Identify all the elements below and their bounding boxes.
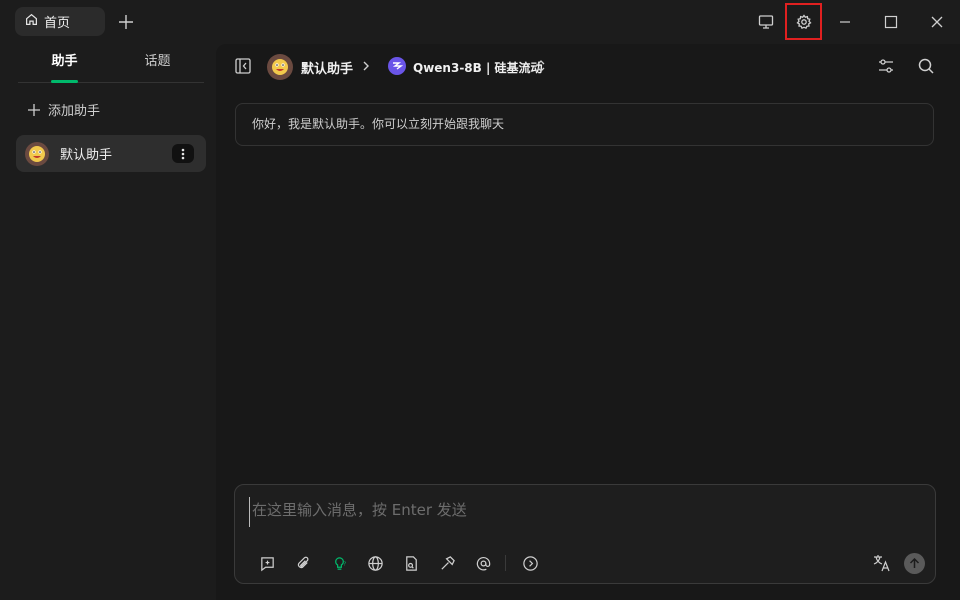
mini-window-button[interactable] [749,6,783,38]
attachment-button[interactable] [285,552,321,574]
minimize-button[interactable] [828,6,862,38]
sidebar: 助手 话题 添加助手 默认助手 [0,44,216,600]
tab-assistants[interactable]: 助手 [18,44,111,83]
plus-icon [119,15,133,29]
chevron-right-icon [363,61,369,71]
close-button[interactable] [920,6,954,38]
svg-text:?: ? [343,561,346,567]
chat-header: 默认助手 Qwen3-8B | 硅基流动 [216,44,960,89]
globe-icon [367,555,383,571]
mention-button[interactable] [465,552,501,574]
knowledge-icon [405,555,417,571]
smiley-avatar-icon [29,145,45,162]
mention-icon [476,556,490,570]
message-input[interactable] [249,497,919,527]
model-provider-logo-icon [388,57,406,75]
web-search-button[interactable] [357,552,393,574]
model-selector[interactable]: Qwen3-8B | 硅基流动 [413,59,543,76]
monitor-icon [758,15,774,29]
gear-icon [795,13,812,29]
sidebar-tabs: 助手 话题 [18,44,204,83]
chat-panel: 默认助手 Qwen3-8B | 硅基流动 你好，我是默认助手。你可以立刻开始跟我… [216,44,960,600]
minimize-icon [840,21,850,23]
maximize-icon [884,15,898,29]
sidebar-toggle-icon[interactable] [234,57,252,75]
new-tab-button[interactable] [114,10,138,34]
tab-topics[interactable]: 话题 [111,44,204,82]
think-button[interactable]: ? [321,552,357,574]
knowledge-base-button[interactable] [393,552,429,574]
bulb-icon: ? [334,556,346,570]
assistant-item-default[interactable]: 默认助手 [16,135,206,172]
more-vertical-icon [181,148,185,159]
smiley-avatar-icon [272,59,288,75]
title-bar: 首页 [0,0,960,44]
avatar [25,141,49,166]
send-button[interactable] [904,553,925,574]
close-icon [931,16,943,28]
tab-home[interactable]: 首页 [15,7,105,36]
greeting-message: 你好，我是默认助手。你可以立刻开始跟我聊天 [235,103,934,146]
settings-sliders-icon[interactable] [877,57,895,75]
tools-button[interactable] [429,552,465,574]
search-icon[interactable] [917,57,935,75]
toolbar-divider [505,555,506,571]
assistant-name: 默认助手 [60,148,113,163]
translate-button[interactable] [871,552,893,574]
settings-button[interactable] [785,3,822,40]
new-topic-button[interactable] [249,552,285,574]
new-topic-icon [260,556,274,571]
maximize-button[interactable] [874,6,908,38]
attachment-icon [297,556,308,568]
message-composer: ? [234,484,936,584]
composer-toolbar: ? [249,552,548,574]
plus-icon [28,103,40,116]
home-icon [25,13,38,30]
add-assistant-button[interactable]: 添加助手 [28,100,100,119]
arrow-up-icon [909,558,920,568]
chevron-circle-icon [522,555,538,571]
header-assistant-name[interactable]: 默认助手 [301,58,353,77]
add-assistant-label: 添加助手 [48,104,101,119]
chevron-updown-icon[interactable] [534,59,548,73]
translate-icon [873,555,890,572]
tab-home-label: 首页 [44,16,71,31]
expand-tools-button[interactable] [512,552,548,574]
hammer-icon [440,555,455,570]
avatar [267,54,293,80]
assistant-more-button[interactable] [172,144,194,163]
